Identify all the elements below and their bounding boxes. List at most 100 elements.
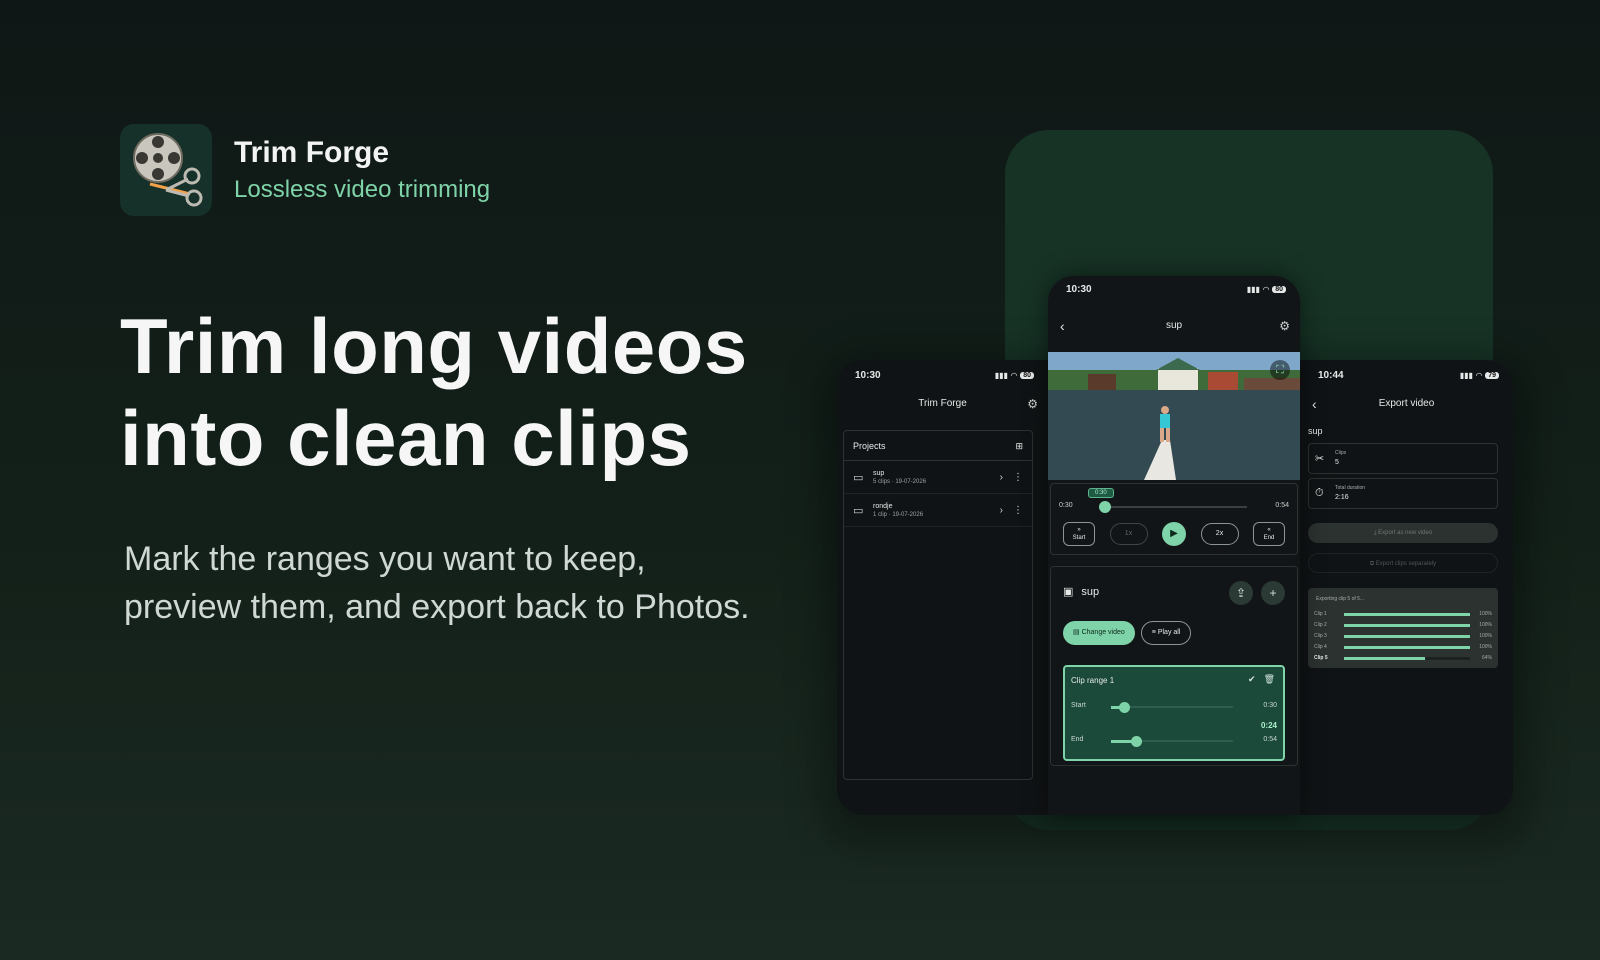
scrubber: 0:30 0:54 0:30 » Start 1x ▶ 2x « End bbox=[1050, 483, 1298, 555]
status-bar: 10:30 ▮▮▮ ◠ 80 bbox=[855, 370, 1034, 381]
timer-icon: ⏱ bbox=[1315, 487, 1324, 499]
progress-label: Clip 3 bbox=[1314, 633, 1327, 639]
end-slider-thumb[interactable] bbox=[1131, 736, 1142, 747]
headline: Trim long videos into clean clips bbox=[120, 300, 748, 484]
signal-icon: ▮▮▮ bbox=[1459, 371, 1474, 380]
settings-gear-icon[interactable]: ⚙ bbox=[1279, 319, 1290, 333]
nav-title: Export video bbox=[1378, 398, 1435, 409]
delete-icon[interactable]: 🗑 bbox=[1264, 674, 1275, 685]
progress-label: Clip 2 bbox=[1314, 622, 1327, 628]
export-project-name: sup bbox=[1308, 426, 1323, 436]
project-name: sup bbox=[1081, 585, 1100, 598]
battery-icon: 80 bbox=[1272, 286, 1286, 293]
speed-2x-button[interactable]: 2x bbox=[1200, 523, 1239, 545]
settings-gear-icon[interactable]: ⚙ bbox=[1027, 397, 1038, 411]
export-icon: ⤓ bbox=[1373, 530, 1377, 536]
end-value: 0:54 bbox=[1263, 736, 1277, 743]
project-meta: 1 clip · 19-07-2026 bbox=[873, 511, 924, 518]
progress-percent: 100% bbox=[1479, 611, 1492, 617]
playlist-play-icon: ≡ bbox=[1151, 629, 1156, 636]
jump-start-button[interactable]: » Start bbox=[1063, 522, 1095, 546]
progress-percent: 100% bbox=[1479, 633, 1492, 639]
more-vertical-icon[interactable]: ⋮ bbox=[1013, 472, 1023, 483]
progress-row: Clip 2 100% bbox=[1314, 621, 1492, 629]
more-vertical-icon[interactable]: ⋮ bbox=[1013, 505, 1023, 516]
new-folder-icon[interactable]: ⊞ bbox=[1015, 441, 1023, 452]
end-label: End bbox=[1071, 736, 1084, 743]
nav-bar: ‹ Export video bbox=[1300, 396, 1513, 412]
progress-row: Clip 1 100% bbox=[1314, 610, 1492, 618]
add-icon[interactable]: + bbox=[1261, 581, 1285, 605]
start-slider-thumb[interactable] bbox=[1119, 702, 1130, 713]
nav-title: sup bbox=[1165, 320, 1183, 331]
export-separately-button[interactable]: ⧉ Export clips separately bbox=[1308, 553, 1498, 573]
app-logo-icon bbox=[120, 124, 212, 216]
subheadline-line-2: preview them, and export back to Photos. bbox=[124, 588, 750, 626]
project-row[interactable]: ▭ rondje 1 clip · 19-07-2026 › ⋮ bbox=[844, 494, 1032, 527]
progress-title: Exporting clip 5 of 5... bbox=[1316, 596, 1365, 602]
back-chevron-icon[interactable]: ‹ bbox=[1312, 396, 1317, 412]
folder-icon: ▭ bbox=[853, 471, 864, 484]
signal-icon: ▮▮▮ bbox=[994, 371, 1009, 380]
scrub-time-bubble: 0:30 bbox=[1088, 488, 1114, 498]
scrub-thumb[interactable] bbox=[1099, 501, 1111, 513]
clip-range-card[interactable]: Clip range 1 ✔ 🗑 Start 0:30 0:24 End 0:5… bbox=[1063, 665, 1285, 761]
back-chevron-icon[interactable]: ‹ bbox=[1060, 318, 1065, 334]
play-all-button[interactable]: ≡ Play all bbox=[1140, 621, 1192, 645]
progress-label: Clip 5 bbox=[1314, 655, 1328, 661]
progress-percent: 100% bbox=[1479, 622, 1492, 628]
progress-fill bbox=[1344, 623, 1470, 627]
nav-title: Trim Forge bbox=[918, 398, 967, 409]
chevron-right-icon[interactable]: › bbox=[1000, 505, 1003, 516]
video-preview[interactable]: ⛶ bbox=[1048, 352, 1300, 480]
start-label: Start bbox=[1071, 702, 1086, 709]
clips-label: Clips bbox=[1335, 450, 1347, 456]
progress-label: Clip 4 bbox=[1314, 644, 1327, 650]
status-bar: 10:44 ▮▮▮ ◠ 79 bbox=[1318, 370, 1499, 381]
phone-projects: 10:30 ▮▮▮ ◠ 80 Trim Forge ⚙ Projects ⊞ ▭ s… bbox=[837, 360, 1048, 815]
wifi-icon: ◠ bbox=[1476, 371, 1483, 380]
duration-stat: ⏱ Total duration 2:16 bbox=[1308, 478, 1498, 509]
signal-icon: ▮▮▮ bbox=[1246, 285, 1261, 294]
project-name: sup bbox=[873, 469, 885, 477]
fullscreen-icon[interactable]: ⛶ bbox=[1270, 360, 1290, 380]
scrub-track[interactable] bbox=[1099, 506, 1247, 508]
duration-value: 2:16 bbox=[1335, 494, 1349, 501]
subheadline: Mark the ranges you want to keep, previe… bbox=[124, 535, 750, 631]
progress-row: Clip 3 100% bbox=[1314, 632, 1492, 640]
share-icon[interactable]: ⇪ bbox=[1229, 581, 1253, 605]
duration-label: Total duration bbox=[1335, 485, 1366, 491]
app-tagline: Lossless video trimming bbox=[234, 176, 491, 203]
status-time: 10:30 bbox=[1066, 284, 1092, 295]
jump-end-icon: « bbox=[1267, 527, 1271, 533]
scissors-icon: ✂ bbox=[1315, 453, 1325, 465]
check-circle-icon[interactable]: ✔ bbox=[1248, 674, 1256, 685]
status-bar: 10:30 ▮▮▮ ◠ 80 bbox=[1066, 284, 1286, 295]
video-library-icon: ▣ bbox=[1063, 586, 1074, 598]
wifi-icon: ◠ bbox=[1011, 371, 1018, 380]
jump-start-label: Start bbox=[1072, 535, 1086, 541]
clips-value: 5 bbox=[1335, 459, 1339, 466]
clip-duration: 0:24 bbox=[1260, 721, 1277, 730]
play-icon[interactable]: ▶ bbox=[1162, 522, 1186, 546]
project-row[interactable]: ▭ sup 5 clips · 19-07-2026 › ⋮ bbox=[844, 461, 1032, 494]
jump-end-button[interactable]: « End bbox=[1253, 522, 1285, 546]
export-new-video-button[interactable]: ⤓ Export as new video bbox=[1308, 523, 1498, 543]
video-file-icon: ▤ bbox=[1073, 629, 1080, 636]
progress-percent: 64% bbox=[1481, 655, 1492, 661]
progress-fill bbox=[1344, 612, 1470, 616]
status-time: 10:30 bbox=[855, 370, 881, 381]
chevron-right-icon[interactable]: › bbox=[1000, 472, 1003, 483]
clips-stat: ✂ Clips 5 bbox=[1308, 443, 1498, 474]
battery-icon: 79 bbox=[1485, 372, 1499, 379]
clip-range-title: Clip range 1 bbox=[1071, 676, 1115, 685]
progress-fill bbox=[1344, 645, 1470, 649]
change-video-label: Change video bbox=[1081, 629, 1125, 636]
headline-line-2: into clean clips bbox=[120, 394, 692, 482]
speed-1x-button[interactable]: 1x bbox=[1109, 523, 1148, 545]
project-name: rondje bbox=[873, 502, 893, 510]
scrub-end-time: 0:54 bbox=[1275, 502, 1289, 509]
projects-panel: Projects ⊞ ▭ sup 5 clips · 19-07-2026 › … bbox=[843, 430, 1033, 780]
change-video-button[interactable]: ▤ Change video bbox=[1063, 621, 1135, 645]
scrub-start-time: 0:30 bbox=[1059, 502, 1073, 509]
